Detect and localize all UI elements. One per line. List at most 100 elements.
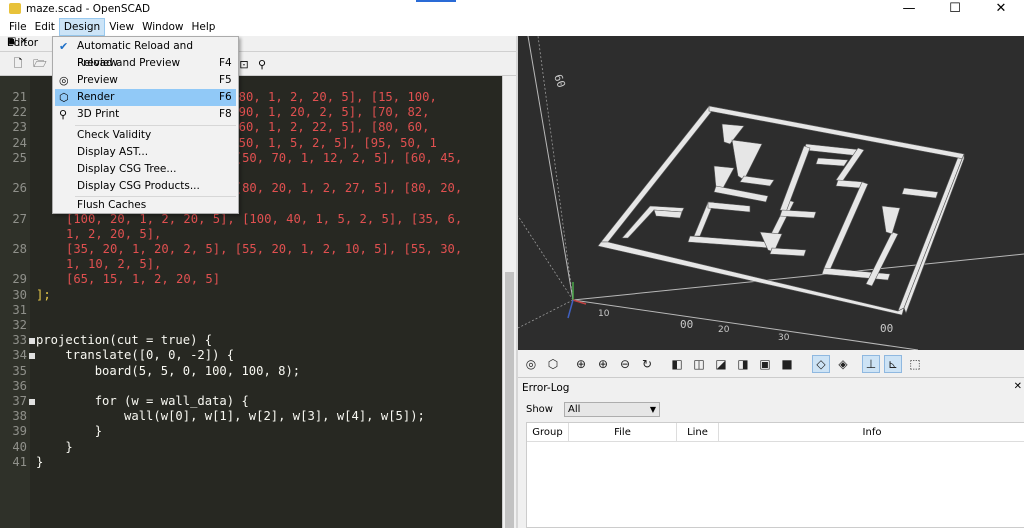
menu-bar: File Edit Design View Window Help (0, 18, 1024, 36)
show-axes-icon[interactable]: ⊥ (862, 355, 880, 373)
column-header-file[interactable]: File (569, 423, 677, 442)
column-header-group[interactable]: Group (527, 423, 569, 442)
line-number: 26 (12, 181, 27, 196)
menu-item-shortcut: F5 (219, 74, 232, 86)
show-filter-select[interactable]: All ▼ (564, 402, 660, 417)
3d-viewport[interactable]: 60 00 00 10 20 30 (518, 36, 1024, 350)
menu-file[interactable]: File (5, 18, 31, 36)
zoom-out-icon[interactable]: ⊖ (616, 355, 634, 373)
code-line[interactable]: 33 projection(cut = true) { (0, 333, 502, 348)
chevron-down-icon: ▼ (649, 405, 656, 414)
render-icon[interactable]: ⬡ (544, 355, 562, 373)
editor-scrollbar[interactable] (502, 76, 516, 528)
window-title: maze.scad - OpenSCAD (26, 2, 151, 15)
3d-print-icon: ⚲ (59, 108, 68, 121)
fold-marker-icon[interactable] (29, 338, 35, 345)
view-top-icon[interactable]: ◫ (690, 355, 708, 373)
error-log-title: Error-Log (522, 382, 570, 394)
menu-item-label: Preview (77, 74, 118, 86)
error-log-close-icon[interactable]: ✕ (1014, 381, 1022, 392)
view-bottom-icon[interactable]: ◪ (712, 355, 730, 373)
view-right-icon[interactable]: ◧ (668, 355, 686, 373)
new-file-icon[interactable]: 🗋 (10, 56, 26, 72)
code-line[interactable]: 40 } (0, 440, 502, 455)
view-front-icon[interactable]: ▣ (756, 355, 774, 373)
code-text: [65, 15, 1, 2, 20, 5] (66, 272, 221, 287)
perspective-icon[interactable]: ◇ (812, 355, 830, 373)
menu-help[interactable]: Help (188, 18, 220, 36)
menu-item-shortcut: F6 (219, 91, 232, 103)
axis-label: 60 (551, 73, 568, 90)
menu-item-shortcut: F4 (219, 57, 232, 69)
menu-item-display-csg-tree[interactable]: Display CSG Tree... (55, 161, 236, 178)
axis-tick-label: 30 (778, 333, 790, 343)
code-text: projection(cut = true) { (36, 333, 213, 348)
menu-item-preview[interactable]: ◎ Preview F5 (55, 72, 236, 89)
menu-item-automatic-reload[interactable]: ✔ Automatic Reload and Preview (55, 38, 236, 69)
menu-item-flush-caches[interactable]: Flush Caches (55, 197, 236, 214)
maximize-button[interactable]: ☐ (932, 0, 978, 17)
view-back-icon[interactable]: ■ (778, 355, 796, 373)
show-scale-icon[interactable]: ⊾ (884, 355, 902, 373)
menu-edit[interactable]: Edit (31, 18, 59, 36)
fold-marker-icon[interactable] (29, 353, 35, 360)
code-text: } (36, 424, 103, 439)
zoom-in-icon[interactable]: ⊕ (594, 355, 612, 373)
menu-item-display-ast[interactable]: Display AST... (55, 144, 236, 161)
show-edges-icon[interactable]: ⬚ (906, 355, 924, 373)
view-left-icon[interactable]: ◨ (734, 355, 752, 373)
code-line[interactable]: 41} (0, 455, 502, 470)
code-line[interactable]: 30]; (0, 288, 502, 303)
viewport-toolbar: ◎ ⬡ ⊕ ⊕ ⊖ ↻ ◧ ◫ ◪ ◨ ▣ ■ ◇ ◈ ⊥ ⊾ ⬚ (518, 350, 1024, 378)
menu-window[interactable]: Window (138, 18, 187, 36)
menu-view[interactable]: View (105, 18, 138, 36)
code-line[interactable]: 38 wall(w[0], w[1], w[2], w[3], w[4], w[… (0, 409, 502, 424)
reset-view-icon[interactable]: ↻ (638, 355, 656, 373)
code-line[interactable]: 29 [65, 15, 1, 2, 20, 5] (0, 272, 502, 287)
line-number: 39 (12, 424, 27, 439)
menu-item-label: 3D Print (77, 108, 120, 120)
open-folder-icon[interactable]: 🗁 (32, 56, 48, 72)
error-log-table[interactable]: Group File Line Info (526, 422, 1024, 528)
send-to-print-icon[interactable]: ⚲ (254, 56, 270, 72)
code-line[interactable]: 32 (0, 318, 502, 333)
menu-item-label: Reload and Preview (77, 57, 181, 69)
minimize-button[interactable]: — (886, 0, 932, 17)
openscad-app-icon (9, 3, 21, 14)
code-line[interactable]: 28 [35, 20, 1, 20, 2, 5], [55, 20, 1, 2, … (0, 242, 502, 257)
title-accent (416, 0, 456, 2)
code-text: board(5, 5, 0, 100, 100, 8); (36, 363, 301, 378)
menu-item-reload-preview[interactable]: Reload and Preview F4 (55, 55, 236, 72)
close-button[interactable]: ✕ (978, 0, 1024, 17)
column-header-line[interactable]: Line (677, 423, 719, 442)
view-all-icon[interactable]: ⊕ (572, 355, 590, 373)
menu-item-render[interactable]: ⬡ Render F6 (55, 89, 236, 106)
code-line[interactable]: 36 (0, 379, 502, 394)
menu-item-check-validity[interactable]: Check Validity (55, 127, 236, 144)
scrollbar-thumb[interactable] (505, 272, 514, 528)
code-line[interactable]: 1, 2, 20, 5], (0, 227, 502, 242)
menu-item-display-csg-products[interactable]: Display CSG Products... (55, 178, 236, 195)
code-line[interactable]: 31 (0, 303, 502, 318)
line-number: 21 (12, 90, 27, 104)
fold-marker-icon[interactable] (29, 399, 35, 405)
code-line[interactable]: 34 translate([0, 0, -2]) { (0, 348, 502, 363)
menu-item-3d-print[interactable]: ⚲ 3D Print F8 (55, 106, 236, 123)
show-label: Show (526, 404, 553, 415)
show-filter-value: All (568, 404, 581, 415)
menu-design[interactable]: Design (58, 18, 106, 36)
code-line[interactable]: 1, 10, 2, 5], (0, 257, 502, 272)
line-number: 28 (12, 242, 27, 256)
code-text: ]; (36, 287, 51, 302)
orthogonal-icon[interactable]: ◈ (834, 355, 852, 373)
column-header-info[interactable]: Info (719, 423, 1024, 442)
maze-render: 60 00 00 10 20 30 (518, 36, 1024, 350)
code-line[interactable]: 35 board(5, 5, 0, 100, 100, 8); (0, 364, 502, 379)
axis-label: 00 (880, 322, 893, 335)
error-log-panel: Error-Log ✕ Show All ▼ Group File Line I… (518, 378, 1024, 528)
preview-icon[interactable]: ◎ (522, 355, 540, 373)
code-line[interactable]: 39 } (0, 424, 502, 439)
menu-item-label: Check Validity (77, 129, 152, 141)
code-text: 1, 10, 2, 5], (66, 257, 162, 272)
code-line[interactable]: 37 for (w = wall_data) { (0, 394, 502, 409)
